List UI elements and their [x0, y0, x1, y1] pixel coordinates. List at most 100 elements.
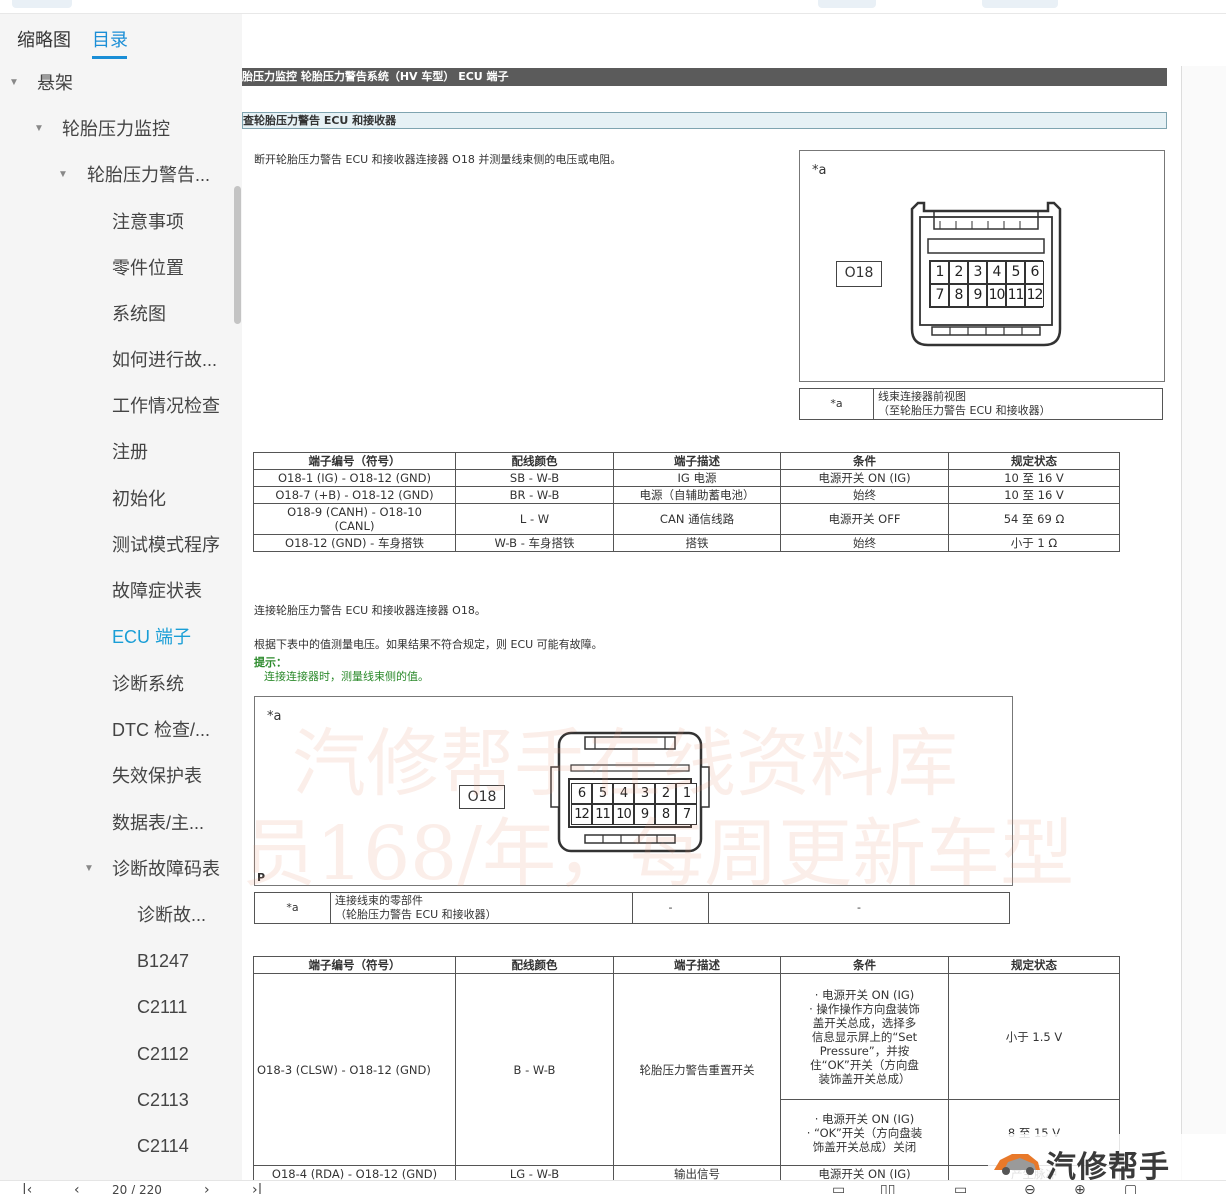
- step-text: 连接轮胎压力警告 ECU 和接收器连接器 O18。: [254, 604, 486, 617]
- zoom-out-icon[interactable]: ⊖: [1024, 1183, 1036, 1194]
- tree-item-tire-pressure[interactable]: ▼ 轮胎压力监控: [0, 114, 236, 144]
- connector-pin: 4: [613, 783, 634, 804]
- connector-pin: 9: [968, 284, 987, 307]
- tree-item-tire-pressure-warning[interactable]: ▼ 轮胎压力警告...: [0, 160, 236, 190]
- single-page-icon[interactable]: ▭: [832, 1183, 845, 1194]
- next-page-icon[interactable]: ›: [204, 1183, 210, 1194]
- connector-pin: 3: [968, 261, 987, 284]
- connector-pin: 9: [634, 804, 655, 825]
- step-text: 断开轮胎压力警告 ECU 和接收器连接器 O18 并测量线束侧的电压或电阻。: [254, 153, 622, 166]
- table-row: O18-3 (CLSW) - O18-12 (GND) B - W-B 轮胎压力…: [253, 973, 1120, 1166]
- first-page-icon[interactable]: |‹: [22, 1183, 32, 1194]
- last-page-icon[interactable]: ›|: [252, 1183, 262, 1194]
- connector-pin: 3: [634, 783, 655, 804]
- table-row: O18-9 (CANH) - O18-10 (CANL) L - W CAN 通…: [253, 503, 1120, 535]
- pin-grid: 6 5 4 3 2 1 12 11 10 9 8 7: [571, 783, 697, 825]
- table-header-row: 端子编号（符号） 配线颜色 端子描述 条件 规定状态: [253, 956, 1120, 974]
- two-page-icon[interactable]: ▯▯: [880, 1183, 895, 1194]
- figure-marker: *a: [812, 163, 827, 178]
- sidebar-tabs: 缩略图 目录: [0, 14, 242, 60]
- tree-item[interactable]: 数据表/主...: [0, 808, 236, 838]
- connector-label: O18: [836, 261, 882, 287]
- connector-label: O18: [459, 785, 505, 809]
- tree-item[interactable]: 注意事项: [0, 207, 236, 237]
- tree-item[interactable]: DTC 检查/...: [0, 715, 236, 745]
- toolbar-tab[interactable]: [818, 0, 876, 8]
- tab-outline[interactable]: 目录: [92, 26, 128, 52]
- fit-width-icon[interactable]: ▭: [954, 1183, 967, 1194]
- figure-legend: *a 连接线束的零部件 （轮胎压力警告 ECU 和接收器） - -: [254, 892, 1010, 924]
- legend-description: 线束连接器前视图 （至轮胎压力警告 ECU 和接收器）: [873, 388, 1163, 420]
- table-row: O18-12 (GND) - 车身搭铁 W-B - 车身搭铁 搭铁 始终 小于 …: [253, 534, 1120, 552]
- toolbar-tab[interactable]: [982, 0, 1058, 8]
- connector-pin: 11: [592, 804, 613, 825]
- connector-pin: 5: [1006, 261, 1025, 284]
- connector-pin: 4: [987, 261, 1006, 284]
- tree-item[interactable]: C2112: [0, 1039, 236, 1069]
- tree-item[interactable]: 注册: [0, 437, 236, 467]
- tree-item[interactable]: C2113: [0, 1085, 236, 1115]
- fullscreen-icon[interactable]: ▢: [1124, 1183, 1137, 1194]
- collapse-arrow-icon[interactable]: ▼: [84, 854, 94, 884]
- tree-item-dtc-table[interactable]: ▼ 诊断故障码表: [0, 854, 236, 884]
- tree-item-suspension[interactable]: ▼ 悬架: [0, 68, 236, 98]
- tree-item[interactable]: 失效保护表: [0, 761, 236, 791]
- connector-pin: 2: [949, 261, 968, 284]
- document-scroll-area[interactable]: [1182, 66, 1226, 1180]
- connector-pin: 5: [592, 783, 613, 804]
- connector-figure: *a P O18 6 5 4 3 2 1 12 11 10 9 8 7: [254, 696, 1013, 886]
- tree-item[interactable]: 工作情况检查: [0, 391, 236, 421]
- page-indicator[interactable]: 20 / 220: [112, 1183, 162, 1194]
- connector-pin: 6: [571, 783, 592, 804]
- connector-pin: 10: [613, 804, 634, 825]
- bottom-toolbar: |‹ ‹ 20 / 220 › ›| ▭ ▯▯ ▭ ⊖ ⊕ ▢: [0, 1180, 1226, 1194]
- connector-pin: 11: [1006, 284, 1025, 307]
- step-text: 根据下表中的值测量电压。如果结果不符合规定，则 ECU 可能有故障。: [254, 638, 603, 651]
- legend-key-empty: -: [632, 892, 709, 924]
- sidebar-scrollbar[interactable]: [234, 186, 241, 324]
- sidebar: 缩略图 目录 ▼ 悬架 ▼ 轮胎压力监控 ▼ 轮胎压力警告... 注意事项 零件…: [0, 14, 242, 1180]
- tree-item[interactable]: 零件位置: [0, 253, 236, 283]
- connector-pin: 12: [1025, 284, 1044, 307]
- connector-pin: 7: [930, 284, 949, 307]
- connector-pin: 12: [571, 804, 592, 825]
- connector-pin: 10: [987, 284, 1006, 307]
- connector-pin: 6: [1025, 261, 1044, 284]
- legend-description: 连接线束的零部件 （轮胎压力警告 ECU 和接收器）: [330, 892, 633, 924]
- table-row: O18-1 (IG) - O18-12 (GND) SB - W-B IG 电源…: [253, 469, 1120, 487]
- connector-pin: 8: [949, 284, 968, 307]
- table-row: O18-7 (+B) - O18-12 (GND) BR - W-B 电源（自辅…: [253, 486, 1120, 504]
- section-header: 胎压力监控 轮胎压力警告系统（HV 车型） ECU 端子: [242, 68, 1167, 86]
- brand-logo: 汽修帮手: [988, 1134, 1226, 1185]
- tree-item[interactable]: B1247: [0, 946, 236, 976]
- tree-item[interactable]: 如何进行故...: [0, 345, 236, 375]
- legend-key: *a: [799, 388, 874, 420]
- tree-item[interactable]: 初始化: [0, 484, 236, 514]
- tree-item[interactable]: 测试模式程序: [0, 530, 236, 560]
- hint-text: 连接连接器时，测量线束侧的值。: [264, 670, 429, 683]
- tree-item[interactable]: 诊断系统: [0, 669, 236, 699]
- collapse-arrow-icon[interactable]: ▼: [9, 68, 19, 98]
- prev-page-icon[interactable]: ‹: [74, 1183, 80, 1194]
- legend-key: *a: [254, 892, 331, 924]
- connector-pin: 1: [930, 261, 949, 284]
- collapse-arrow-icon[interactable]: ▼: [58, 160, 68, 190]
- document-view: 胎压力监控 轮胎压力警告系统（HV 车型） ECU 端子 查轮胎压力警告 ECU…: [242, 14, 1226, 1180]
- terminal-table-1: 端子编号（符号） 配线颜色 端子描述 条件 规定状态 O18-1 (IG) - …: [253, 452, 1120, 552]
- tree-item[interactable]: 诊断故...: [0, 900, 236, 930]
- top-toolbar: [0, 0, 1226, 14]
- tree-item[interactable]: 故障症状表: [0, 576, 236, 606]
- brand-car-icon: [994, 1154, 1040, 1175]
- tree-item-ecu-terminals[interactable]: ECU 端子: [0, 622, 236, 652]
- collapse-arrow-icon[interactable]: ▼: [34, 114, 44, 144]
- toolbar-tab[interactable]: [12, 0, 72, 8]
- figure-marker: *a: [267, 709, 282, 724]
- zoom-in-icon[interactable]: ⊕: [1074, 1183, 1086, 1194]
- active-tab-indicator: [92, 56, 127, 59]
- figure-corner-letter: P: [257, 871, 266, 884]
- tab-thumbnails[interactable]: 缩略图: [17, 26, 71, 52]
- tree-item[interactable]: C2114: [0, 1131, 236, 1161]
- tree-item[interactable]: 系统图: [0, 299, 236, 329]
- connector-pin: 7: [676, 804, 697, 825]
- tree-item[interactable]: C2111: [0, 992, 236, 1022]
